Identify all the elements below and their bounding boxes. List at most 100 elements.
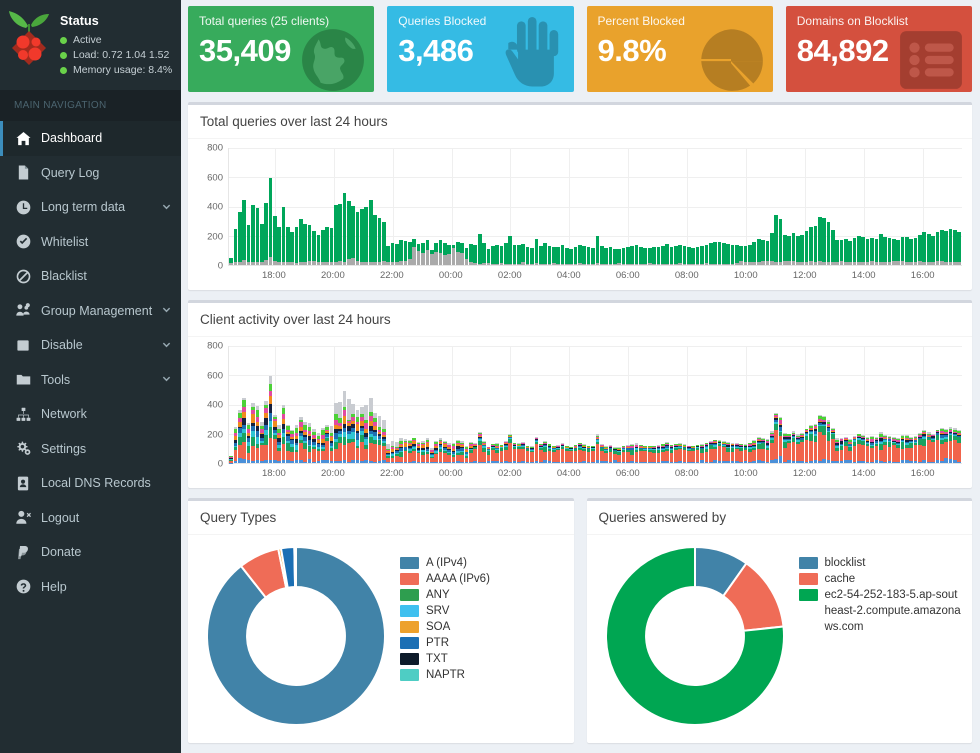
legend-item[interactable]: blocklist xyxy=(798,555,963,571)
stat-card-percent-blocked[interactable]: Percent Blocked 9.8% xyxy=(586,6,773,92)
sidebar-item-long-term-data[interactable]: Long term data xyxy=(0,190,181,225)
queries-answered-header: Queries answered by xyxy=(586,501,972,535)
status-title: Status xyxy=(60,14,99,28)
address-book-icon xyxy=(14,476,32,491)
legend-swatch xyxy=(798,573,818,585)
client-activity-plot xyxy=(228,346,962,464)
donut-slice[interactable] xyxy=(294,547,297,589)
legend-label: TXT xyxy=(426,653,448,665)
bar[interactable] xyxy=(957,148,962,265)
x-axis-tick: 02:00 xyxy=(497,270,522,281)
legend-item[interactable]: ec2-54-252-183-5.ap-southeast-2.compute.… xyxy=(798,587,963,635)
paypal-icon xyxy=(14,545,32,560)
gears-icon xyxy=(14,441,32,456)
chevron-down-icon[interactable] xyxy=(162,374,171,385)
sidebar-item-dashboard[interactable]: Dashboard xyxy=(0,121,181,156)
main-content: Total queries (25 clients) 35,409 Queries … xyxy=(181,0,980,753)
legend-item[interactable]: PTR xyxy=(400,635,564,651)
legend-label: ec2-54-252-183-5.ap-southeast-2.compute.… xyxy=(824,589,961,633)
stat-card-domains-on-blocklist[interactable]: Domains on Blocklist 84,892 xyxy=(785,6,972,92)
bar-segment xyxy=(957,461,962,463)
status-dot-icon xyxy=(60,37,67,44)
bar[interactable] xyxy=(957,346,962,463)
status-active-text: Active xyxy=(73,34,102,46)
x-axis-tick: 20:00 xyxy=(320,468,345,479)
legend-label: blocklist xyxy=(824,557,866,569)
legend-label: SOA xyxy=(426,621,451,633)
sidebar-item-group-management[interactable]: Group Management xyxy=(0,294,181,329)
legend-item[interactable]: NAPTR xyxy=(400,667,564,683)
query-types-title: Query Types xyxy=(200,510,277,525)
x-axis-tick: 08:00 xyxy=(674,270,699,281)
x-axis-tick: 22:00 xyxy=(379,468,404,479)
y-axis-tick: 400 xyxy=(207,201,223,213)
legend-label: SRV xyxy=(426,605,450,617)
folder-icon xyxy=(14,372,32,387)
stat-card-total-queries-25-clients[interactable]: Total queries (25 clients) 35,409 xyxy=(188,6,375,92)
y-axis-tick: 800 xyxy=(207,340,223,352)
legend-item[interactable]: TXT xyxy=(400,651,564,667)
legend-item[interactable]: A (IPv4) xyxy=(400,555,564,571)
sidebar-item-help[interactable]: Help xyxy=(0,570,181,605)
ban-icon xyxy=(14,269,32,284)
sidebar-item-label: Dashboard xyxy=(41,131,103,146)
bar-segment-blocked xyxy=(957,261,962,265)
status-load-text: Load: 0.72 1.04 1.52 xyxy=(73,49,170,61)
legend-item[interactable]: SOA xyxy=(400,619,564,635)
stat-card-value: 84,892 xyxy=(796,33,889,68)
stat-card-value: 3,486 xyxy=(398,33,474,68)
x-axis-tick: 18:00 xyxy=(261,270,286,281)
user-times-icon xyxy=(14,510,32,525)
chevron-down-icon[interactable] xyxy=(162,340,171,351)
sidebar-item-label: Blacklist xyxy=(41,269,87,284)
x-axis-tick: 14:00 xyxy=(851,270,876,281)
x-axis-tick: 14:00 xyxy=(851,468,876,479)
x-axis-tick: 06:00 xyxy=(615,468,640,479)
sidebar-item-tools[interactable]: Tools xyxy=(0,363,181,398)
pihole-logo-icon xyxy=(8,10,52,72)
status-active-line: Active xyxy=(60,33,172,48)
x-axis-tick: 12:00 xyxy=(792,468,817,479)
home-icon xyxy=(14,131,32,146)
sidebar-item-local-dns-records[interactable]: Local DNS Records xyxy=(0,466,181,501)
query-types-box: Query Types A (IPv4) AAAA (IPv6) ANY SRV SOA… xyxy=(188,498,574,743)
x-axis-tick: 04:00 xyxy=(556,468,581,479)
sidebar-item-label: Donate xyxy=(41,545,82,560)
sidebar-item-settings[interactable]: Settings xyxy=(0,432,181,467)
sidebar-item-whitelist[interactable]: Whitelist xyxy=(0,225,181,260)
question-icon xyxy=(14,579,32,594)
legend-item[interactable]: AAAA (IPv6) xyxy=(400,571,564,587)
sidebar-item-logout[interactable]: Logout xyxy=(0,501,181,536)
total-queries-header: Total queries over last 24 hours xyxy=(188,105,972,139)
nav-section-header: MAIN NAVIGATION xyxy=(0,90,181,121)
sidebar-item-blacklist[interactable]: Blacklist xyxy=(0,259,181,294)
stat-card-queries-blocked[interactable]: Queries Blocked 3,486 xyxy=(387,6,574,92)
legend-label: A (IPv4) xyxy=(426,557,467,569)
sidebar-item-query-log[interactable]: Query Log xyxy=(0,156,181,191)
stat-card-value: 9.8% xyxy=(597,33,667,68)
sidebar-item-label: Network xyxy=(41,407,87,422)
pihole-dashboard: Status Active Load: 0.72 1.04 1.52 Memor… xyxy=(0,0,980,753)
chevron-down-icon[interactable] xyxy=(162,305,171,316)
file-icon xyxy=(14,165,32,180)
bar-segment xyxy=(957,443,962,462)
client-activity-x-axis: 18:00 20:00 22:00 00:00 02:00 04:00 06:00 08:00… xyxy=(228,464,962,482)
bar-series xyxy=(229,346,962,463)
sidebar-item-disable[interactable]: Disable xyxy=(0,328,181,363)
y-axis-tick: 800 xyxy=(207,142,223,154)
sidebar-item-donate[interactable]: Donate xyxy=(0,535,181,570)
queries-answered-title: Queries answered by xyxy=(598,510,727,525)
legend-item[interactable]: SRV xyxy=(400,603,564,619)
bar-segment-permitted xyxy=(957,231,962,262)
client-activity-title: Client activity over last 24 hours xyxy=(200,312,391,327)
y-axis-tick: 0 xyxy=(217,260,223,272)
chevron-down-icon[interactable] xyxy=(162,202,171,213)
legend-swatch xyxy=(400,621,419,633)
total-queries-title: Total queries over last 24 hours xyxy=(200,114,388,129)
legend-item[interactable]: ANY xyxy=(400,587,564,603)
x-axis-tick: 16:00 xyxy=(910,468,935,479)
sidebar-item-network[interactable]: Network xyxy=(0,397,181,432)
bar-series xyxy=(229,148,962,265)
x-axis-tick: 00:00 xyxy=(438,468,463,479)
legend-item[interactable]: cache xyxy=(798,571,963,587)
